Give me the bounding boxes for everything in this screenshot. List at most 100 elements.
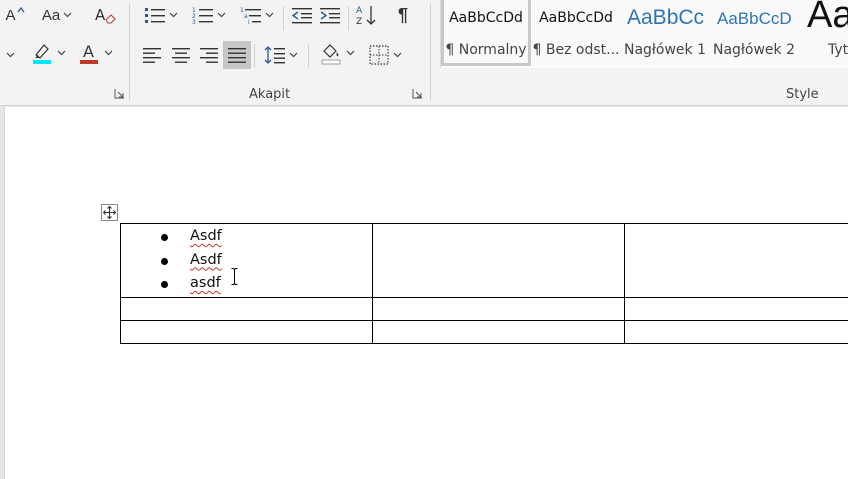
clear-formatting-button[interactable]: A — [92, 3, 118, 27]
style-name: Tyt — [828, 42, 848, 58]
table-move-handle[interactable] — [101, 204, 118, 221]
svg-text:A: A — [95, 6, 106, 24]
chevron-down-icon — [289, 52, 298, 58]
move-arrows-icon — [103, 206, 116, 219]
increase-indent-button[interactable] — [318, 3, 342, 27]
list-item[interactable]: asdf — [121, 273, 372, 297]
line-spacing-button[interactable] — [260, 43, 302, 67]
borders-icon — [368, 45, 389, 65]
table-row — [120, 296, 848, 321]
justify-button[interactable] — [223, 41, 251, 69]
chevron-down-icon — [217, 12, 226, 18]
bullet-icon — [161, 234, 168, 241]
table-cell[interactable] — [624, 319, 848, 344]
table-cell[interactable] — [372, 319, 625, 344]
numbering-button[interactable]: 1 2 3 — [188, 3, 230, 27]
align-center-button[interactable] — [169, 43, 193, 67]
button-separator — [348, 6, 349, 30]
list-item[interactable]: Asdf — [121, 226, 372, 250]
chevron-down-icon — [57, 50, 65, 56]
button-separator — [283, 6, 284, 30]
table-cell[interactable] — [372, 223, 625, 298]
borders-button[interactable] — [364, 43, 406, 67]
style-sample: AaBbCc — [627, 6, 705, 29]
pilcrow-icon: ¶ — [397, 4, 408, 25]
svg-text:i: i — [248, 19, 250, 25]
styles-gallery: AaBbCcDd ¶ Normalny AaBbCcDd ¶ Bez odst.… — [440, 0, 848, 68]
highlight-color-button[interactable] — [27, 41, 69, 65]
bullet-icon — [161, 281, 168, 288]
style-name: ¶ Normalny — [445, 42, 527, 58]
chevron-down-icon — [6, 52, 14, 58]
show-marks-button[interactable]: ¶ — [390, 3, 416, 27]
change-case-button[interactable]: Aa — [38, 3, 76, 27]
style-sample: Aa — [807, 0, 848, 36]
table-row — [120, 319, 848, 344]
style-name: ¶ Bez odst... — [532, 42, 620, 58]
font-color-swatch — [79, 60, 98, 64]
table-cell[interactable] — [372, 296, 625, 321]
shrink-arrow-icon — [16, 7, 25, 13]
shrink-font-icon: A — [5, 6, 16, 24]
button-separator — [254, 44, 255, 68]
sort-az-icon: A Z — [356, 6, 376, 26]
bullet-icon — [161, 257, 168, 265]
list-item-text: Asdf — [190, 228, 222, 244]
style-name: Nagłówek 1 — [623, 42, 706, 58]
chevron-down-icon — [346, 50, 354, 56]
table-cell[interactable] — [624, 296, 848, 321]
chevron-down-icon — [265, 12, 274, 18]
style-no-spacing[interactable]: AaBbCcDd ¶ Bez odst... — [531, 0, 621, 66]
line-spacing-icon — [264, 46, 285, 64]
bullet-list-icon — [145, 8, 165, 23]
bullet-list: Asdf Asdf asdf — [121, 226, 372, 297]
highlight-swatch — [32, 60, 51, 64]
ibeam-cursor-icon — [231, 268, 238, 285]
style-heading-2[interactable]: AaBbCcD Nagłówek 2 — [711, 0, 797, 66]
table-row: Asdf Asdf asdf — [120, 223, 848, 298]
shading-button[interactable] — [316, 41, 358, 65]
style-sample: AaBbCcDd — [539, 10, 613, 26]
font-options-chevron[interactable] — [4, 43, 16, 67]
increase-indent-icon — [320, 8, 340, 24]
font-dialog-launcher-icon[interactable] — [114, 88, 125, 99]
svg-text:3: 3 — [192, 19, 196, 25]
sort-button[interactable]: A Z — [354, 3, 380, 27]
table-cell[interactable]: Asdf Asdf asdf — [120, 223, 373, 298]
font-color-button[interactable]: A — [74, 41, 116, 65]
style-heading-1[interactable]: AaBbCc Nagłówek 1 — [621, 0, 709, 66]
highlighter-icon — [32, 44, 51, 64]
justify-icon — [228, 48, 246, 63]
multilevel-list-icon: 1 a i — [240, 7, 261, 25]
change-case-icon: Aa — [41, 6, 61, 24]
align-center-icon — [172, 48, 190, 63]
group-separator — [430, 4, 431, 100]
list-item[interactable]: Asdf — [121, 250, 372, 274]
style-title[interactable]: Aa Tyt — [801, 0, 848, 66]
font-color-icon: A — [79, 42, 98, 64]
decrease-indent-icon — [291, 8, 312, 24]
table-cell[interactable] — [624, 223, 848, 298]
multilevel-list-button[interactable]: 1 a i — [236, 3, 278, 27]
align-left-button[interactable] — [140, 43, 164, 67]
chevron-down-icon — [104, 50, 112, 56]
table-cell[interactable] — [120, 296, 373, 321]
numbered-list-icon: 1 2 3 — [192, 7, 213, 25]
align-right-button[interactable] — [197, 43, 221, 67]
clear-formatting-icon: A — [95, 6, 116, 24]
svg-text:A: A — [83, 42, 94, 61]
paragraph-dialog-launcher-icon[interactable] — [412, 88, 423, 99]
style-normal[interactable]: AaBbCcDd ¶ Normalny — [441, 0, 531, 66]
chevron-down-icon — [63, 12, 72, 18]
document-table: Asdf Asdf asdf — [120, 223, 848, 344]
list-item-text: asdf — [190, 275, 221, 291]
ribbon: A Aa A A 1 2 3 1 a i A Z ¶ Akapit AaBbCc… — [0, 0, 848, 106]
button-separator — [308, 44, 309, 68]
bullets-button[interactable] — [140, 3, 182, 27]
table-cell[interactable] — [120, 319, 373, 344]
chevron-down-icon — [393, 52, 401, 58]
svg-text:Z: Z — [356, 17, 362, 26]
decrease-indent-button[interactable] — [290, 3, 314, 27]
align-right-icon — [200, 48, 218, 63]
shrink-font-button[interactable]: A — [2, 3, 28, 27]
